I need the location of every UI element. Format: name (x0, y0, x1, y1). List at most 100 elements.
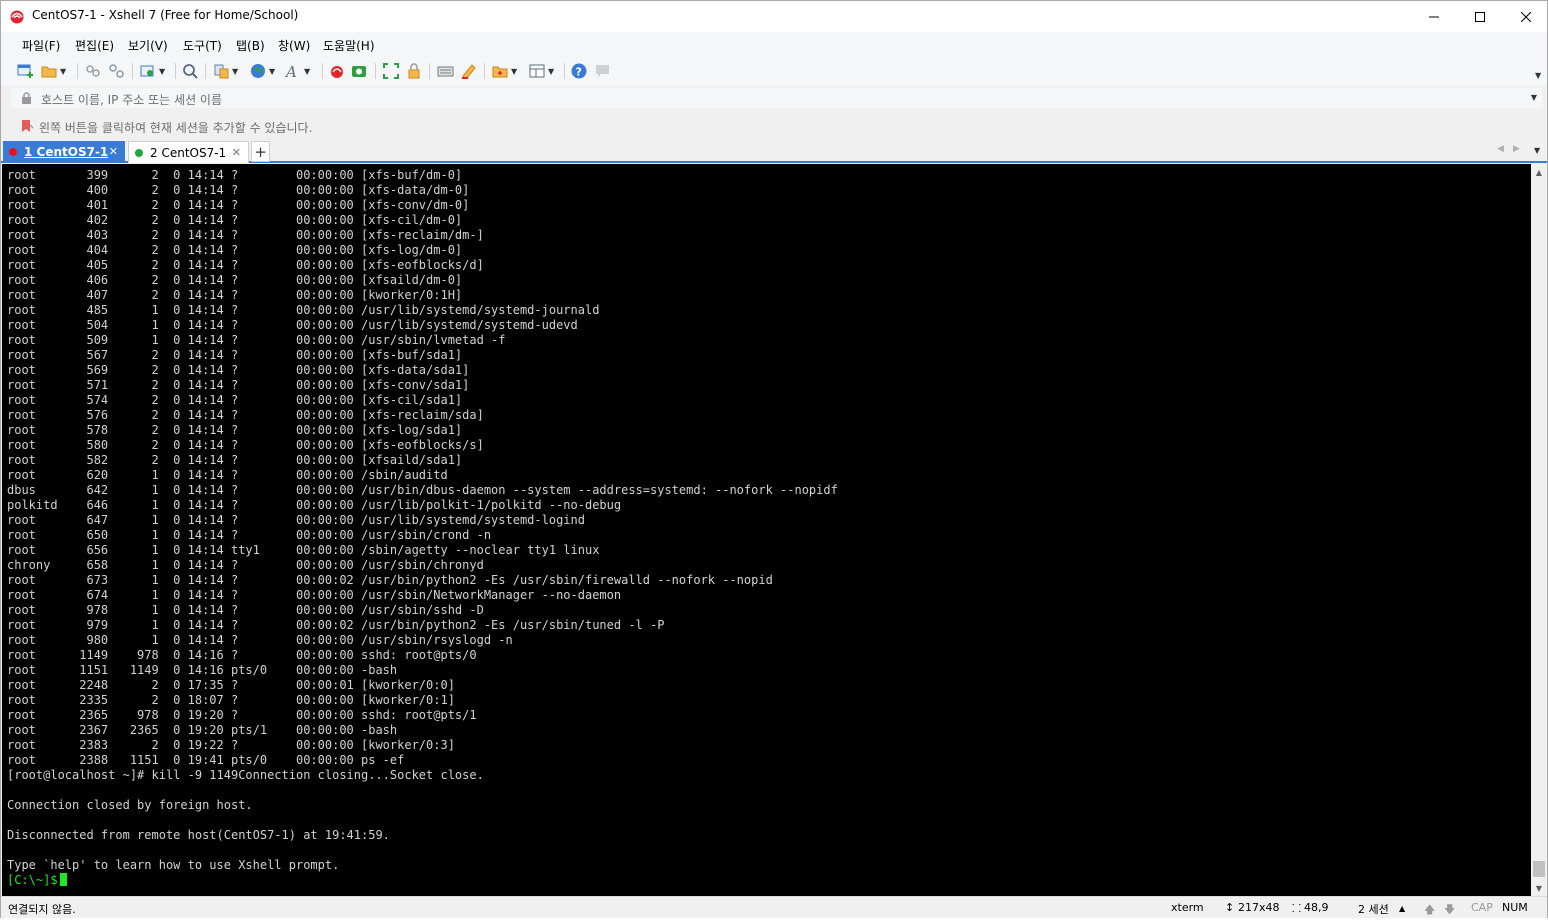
hint-text: 왼쪽 버튼을 클릭하여 현재 세션을 추가할 수 있습니다. (39, 121, 313, 135)
search-icon (183, 64, 198, 79)
tab-session-1[interactable]: 1 CentOS7-1 ✕ (3, 141, 125, 163)
menu-tab[interactable]: 탭(B) (236, 37, 265, 54)
disconnect-button[interactable] (108, 62, 125, 80)
xftp-button[interactable] (351, 62, 368, 80)
terminal-line: root 2367 2365 0 19:20 pts/1 00:00:00 -b… (7, 723, 398, 737)
address-bar[interactable]: 호스트 이름, IP 주소 또는 세션 이름 ▼ (10, 87, 1543, 109)
terminal-line: Type `help' to learn how to use Xshell p… (7, 858, 340, 872)
caps-lock-indicator: CAP (1471, 901, 1493, 914)
tab-label: 2 CentOS7-1 (150, 145, 227, 160)
tab-list-icon[interactable]: ▼ (1534, 146, 1540, 155)
fullscreen-button[interactable] (383, 62, 400, 80)
font-button[interactable]: A ▼ (285, 62, 310, 80)
scroll-thumb[interactable] (1533, 861, 1545, 877)
hint-bar: 왼쪽 버튼을 클릭하여 현재 세션을 추가할 수 있습니다. (1, 114, 1547, 138)
menu-file[interactable]: 파일(F) (22, 37, 60, 54)
terminal-line: root 2365 978 0 19:20 ? 00:00:00 sshd: r… (7, 708, 477, 722)
lock-button[interactable] (406, 62, 423, 80)
folder-icon (41, 66, 57, 78)
terminal-line: root 673 1 0 14:14 ? 00:00:02 /usr/bin/p… (7, 573, 773, 587)
menu-help[interactable]: 도움말(H) (323, 37, 375, 54)
terminal-line: root 401 2 0 14:14 ? 00:00:00 [xfs-conv/… (7, 198, 470, 212)
tab-scroll-right-icon[interactable]: ▶ (1513, 144, 1520, 154)
transfer-button[interactable]: ▼ (213, 62, 238, 80)
fullscreen-icon (383, 63, 399, 79)
font-icon: A (285, 63, 297, 79)
session-properties-button[interactable]: ▼ (140, 62, 165, 80)
globe-icon (251, 64, 265, 78)
terminal-line: root 1149 978 0 14:16 ? 00:00:00 sshd: r… (7, 648, 477, 662)
terminal-scrollbar[interactable]: ▲ ▼ (1531, 164, 1547, 896)
menu-tools[interactable]: 도구(T) (183, 37, 222, 54)
terminal-line: root 574 2 0 14:14 ? 00:00:00 [xfs-cil/s… (7, 393, 463, 407)
xshell-button[interactable] (329, 62, 346, 80)
minimize-button[interactable] (1411, 1, 1457, 32)
address-dropdown-icon[interactable]: ▼ (1531, 93, 1537, 102)
new-tab-button[interactable]: + (251, 141, 270, 162)
title-bar: CentOS7-1 - Xshell 7 (Free for Home/Scho… (1, 1, 1547, 32)
terminal-line: root 509 1 0 14:14 ? 00:00:00 /usr/sbin/… (7, 333, 506, 347)
xshell-red-icon (331, 66, 343, 78)
menu-edit[interactable]: 편집(E) (75, 37, 114, 54)
upload-icon[interactable]: 🡅 (1424, 901, 1435, 920)
terminal-line: root 569 2 0 14:14 ? 00:00:00 [xfs-data/… (7, 363, 470, 377)
highlight-button[interactable] (460, 62, 477, 80)
toolbar: ▼ ▼ ▼ ▼ A ▼ ▼ ▼ ? ▼ (1, 57, 1547, 86)
session-menu-icon[interactable]: ▲ (1399, 904, 1405, 913)
bookmark-icon (22, 120, 34, 132)
close-button[interactable] (1503, 1, 1548, 32)
terminal-line: root 2383 2 0 19:22 ? 00:00:00 [kworker/… (7, 738, 455, 752)
link-icon (86, 65, 100, 77)
open-session-button[interactable]: ▼ (41, 62, 66, 80)
terminal-line: root 979 1 0 14:14 ? 00:00:02 /usr/bin/p… (7, 618, 665, 632)
keyboard-icon (437, 66, 454, 77)
tab-label: 1 CentOS7-1 (24, 145, 109, 159)
new-folder-button[interactable]: ▼ (492, 62, 517, 80)
folder-plus-icon (492, 66, 508, 78)
status-bar: 연결되지 않음. xterm ↕ 217x48 ⸬ 48,9 2 세션 ▲ 🡅 … (1, 896, 1547, 918)
terminal-line: root 582 2 0 14:14 ? 00:00:00 [xfsaild/s… (7, 453, 463, 467)
connect-button[interactable] (85, 62, 102, 80)
terminal-line: root 402 2 0 14:14 ? 00:00:00 [xfs-cil/d… (7, 213, 463, 227)
terminal-line: root 406 2 0 14:14 ? 00:00:00 [xfsaild/d… (7, 273, 463, 287)
window-title: CentOS7-1 - Xshell 7 (Free for Home/Scho… (32, 8, 299, 22)
scroll-up-icon[interactable]: ▲ (1531, 164, 1547, 180)
scroll-down-icon[interactable]: ▼ (1531, 880, 1547, 896)
terminal-line: root 404 2 0 14:14 ? 00:00:00 [xfs-log/d… (7, 243, 463, 257)
new-session-button[interactable] (17, 62, 34, 80)
terminal-line: root 580 2 0 14:14 ? 00:00:00 [xfs-eofbl… (7, 438, 484, 452)
help-button[interactable]: ? (571, 62, 588, 80)
terminal-line: root 485 1 0 14:14 ? 00:00:00 /usr/lib/s… (7, 303, 600, 317)
tab-session-2[interactable]: 2 CentOS7-1 ✕ (128, 141, 249, 163)
lock-icon (408, 63, 420, 79)
terminal-screen[interactable]: root 399 2 0 14:14 ? 00:00:00 [xfs-buf/d… (2, 164, 1531, 896)
connection-status: 연결되지 않음. (8, 903, 76, 916)
tab-scroll-left-icon[interactable]: ◀ (1497, 144, 1504, 154)
size-icon: ↕ (1225, 901, 1235, 914)
find-button[interactable] (182, 62, 199, 80)
layout-button[interactable]: ▼ (529, 62, 554, 80)
tab-close-icon[interactable]: ✕ (109, 145, 118, 158)
encoding-button[interactable]: ▼ (250, 62, 275, 80)
new-session-icon (17, 64, 33, 78)
menu-view[interactable]: 보기(V) (128, 37, 168, 54)
terminal-line: root 571 2 0 14:14 ? 00:00:00 [xfs-conv/… (7, 378, 470, 392)
lock-icon (22, 92, 31, 104)
keyboard-button[interactable] (437, 62, 454, 80)
terminal-line: root 980 1 0 14:14 ? 00:00:00 /usr/sbin/… (7, 633, 513, 647)
chat-button[interactable] (594, 62, 611, 80)
terminal-cursor (59, 873, 67, 886)
cursor-icon: ⸬ (1292, 902, 1302, 915)
terminal-line: root 400 2 0 14:14 ? 00:00:00 [xfs-data/… (7, 183, 470, 197)
tab-close-icon[interactable]: ✕ (232, 146, 241, 159)
tab-bar: 1 CentOS7-1 ✕ 2 CentOS7-1 ✕ + ◀ ▶ ▼ (1, 139, 1547, 163)
menu-window[interactable]: 창(W) (278, 37, 310, 54)
address-input[interactable]: 호스트 이름, IP 주소 또는 세션 이름 (41, 91, 222, 108)
toolbar-overflow-button[interactable]: ▼ (1535, 66, 1541, 84)
download-icon[interactable]: 🡇 (1444, 901, 1455, 920)
terminal-type: xterm (1171, 901, 1204, 914)
maximize-button[interactable] (1457, 1, 1503, 32)
transfer-icon (214, 64, 229, 79)
